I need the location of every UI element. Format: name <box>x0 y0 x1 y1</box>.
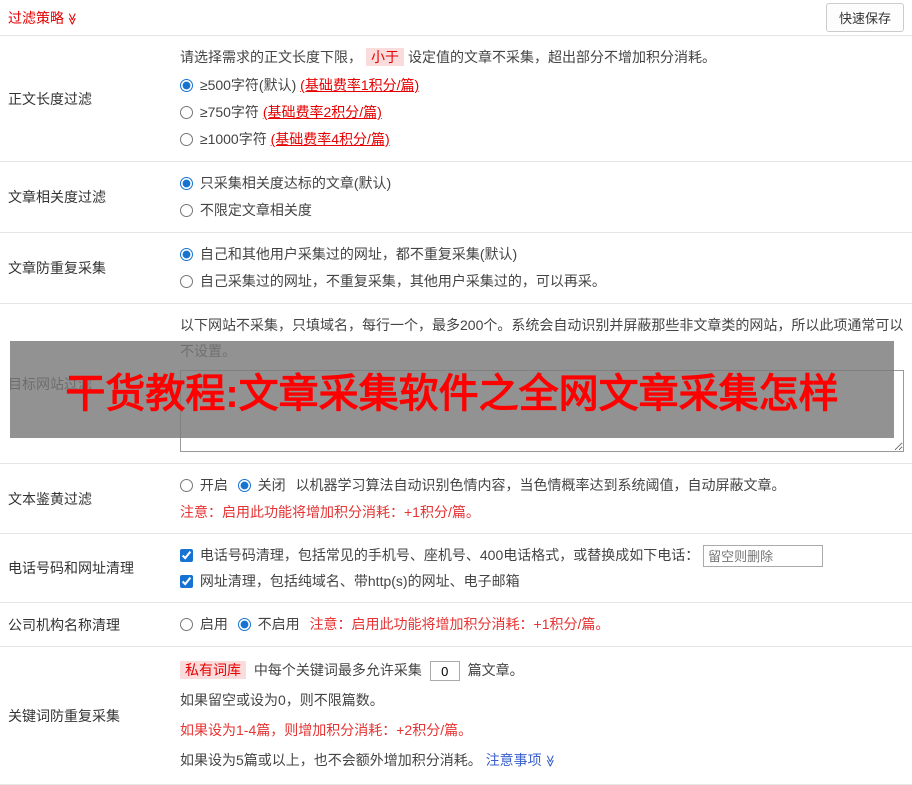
page-title[interactable]: 过滤策略≫ <box>8 8 79 28</box>
section-porn-filter: 文本鉴黄过滤 开启 关闭 以机器学习算法自动识别色情内容，当色情概率达到系统阈值… <box>0 464 912 534</box>
section-content: 只采集相关度达标的文章(默认) 不限定文章相关度 <box>178 162 912 232</box>
keyword-note-five-text: 如果设为5篇或以上，也不会额外增加积分消耗。 <box>180 752 482 768</box>
length-option-1000: ≥1000字符 (基础费率4积分/篇) <box>180 126 904 153</box>
section-company-clean: 公司机构名称清理 启用 不启用 注意：启用此功能将增加积分消耗：+1积分/篇。 <box>0 603 912 647</box>
section-keyword-dedup: 关键词防重复采集 私有词库 中每个关键词最多允许采集 篇文章。 如果留空或设为0… <box>0 647 912 785</box>
porn-option-on: 开启 <box>180 472 228 499</box>
keyword-note-zero: 如果留空或设为0，则不限篇数。 <box>180 692 384 708</box>
option-text: 只采集相关度达标的文章(默认) <box>199 175 392 191</box>
section-content: 启用 不启用 注意：启用此功能将增加积分消耗：+1积分/篇。 <box>178 603 912 646</box>
quick-save-button[interactable]: 快速保存 <box>825 3 904 32</box>
option-text: 开启 <box>199 477 228 493</box>
dedup-option-global: 自己和其他用户采集过的网址，都不重复采集(默认) <box>180 241 904 268</box>
company-clean-note: 注意：启用此功能将增加积分消耗：+1积分/篇。 <box>309 616 610 632</box>
page-title-text: 过滤策略 <box>8 9 64 26</box>
option-text: ≥1000字符 <box>199 131 267 147</box>
porn-filter-desc: 以机器学习算法自动识别色情内容，当色情概率达到系统阈值，自动屏蔽文章。 <box>295 477 786 493</box>
length-radio-750[interactable] <box>180 106 193 119</box>
keyword-limit-text: 中每个关键词最多允许采集 <box>253 662 422 678</box>
watermark-text: 干货教程:文章采集软件之全网文章采集怎样 <box>65 371 839 416</box>
dedup-option-self: 自己采集过的网址，不重复采集，其他用户采集过的，可以再采。 <box>180 268 904 295</box>
desc-highlight: 小于 <box>366 48 404 66</box>
desc-post: 设定值的文章不采集，超出部分不增加积分消耗。 <box>408 49 716 65</box>
section-relevance-filter: 文章相关度过滤 只采集相关度达标的文章(默认) 不限定文章相关度 <box>0 162 912 233</box>
length-filter-desc: 请选择需求的正文长度下限， 小于 设定值的文章不采集，超出部分不增加积分消耗。 <box>180 44 904 70</box>
section-label: 公司机构名称清理 <box>8 616 120 633</box>
relevance-radio-any[interactable] <box>180 204 193 217</box>
notice-link-text: 注意事项 <box>485 752 542 768</box>
company-option-on: 启用 <box>180 611 228 638</box>
section-label: 文本鉴黄过滤 <box>8 490 92 507</box>
company-radio-on[interactable] <box>180 618 193 631</box>
section-content: 电话号码清理，包括常见的手机号、座机号、400电话格式，或替换成如下电话： 网址… <box>178 534 912 602</box>
keyword-limit-row: 私有词库 中每个关键词最多允许采集 篇文章。 <box>180 655 904 685</box>
section-content: 请选择需求的正文长度下限， 小于 设定值的文章不采集，超出部分不增加积分消耗。 ≥5… <box>178 36 912 161</box>
keyword-note-cost: 如果设为1-4篇，则增加积分消耗：+2积分/篇。 <box>180 722 473 738</box>
length-radio-1000[interactable] <box>180 133 193 146</box>
length-option-750: ≥750字符 (基础费率2积分/篇) <box>180 99 904 126</box>
section-label: 文章防重复采集 <box>8 260 106 276</box>
length-option-500: ≥500字符(默认) (基础费率1积分/篇) <box>180 72 904 99</box>
phone-clean-row: 电话号码清理，包括常见的手机号、座机号、400电话格式，或替换成如下电话： <box>180 542 904 568</box>
section-content: 私有词库 中每个关键词最多允许采集 篇文章。 如果留空或设为0，则不限篇数。 如… <box>178 647 912 784</box>
option-text: 启用 <box>199 616 228 632</box>
url-clean-checkbox[interactable] <box>180 575 193 588</box>
option-text: 不启用 <box>257 616 300 632</box>
url-clean-row: 网址清理，包括纯域名、带http(s)的网址、电子邮箱 <box>180 568 904 594</box>
desc-pre: 请选择需求的正文长度下限， <box>180 49 362 65</box>
section-label: 关键词防重复采集 <box>8 707 120 724</box>
porn-option-off: 关闭 <box>237 472 286 499</box>
section-dedup-filter: 文章防重复采集 自己和其他用户采集过的网址，都不重复采集(默认) 自己采集过的网… <box>0 233 912 304</box>
option-text: 网址清理，包括纯域名、带http(s)的网址、电子邮箱 <box>199 573 520 589</box>
fee-note-link[interactable]: (基础费率1积分/篇) <box>300 77 419 93</box>
company-option-off: 不启用 <box>237 611 300 638</box>
relevance-radio-strict[interactable] <box>180 177 193 190</box>
toolbar: 过滤策略≫ 快速保存 <box>0 0 912 36</box>
section-label: 电话号码和网址清理 <box>8 560 134 576</box>
option-text: ≥500字符(默认) <box>199 77 297 93</box>
section-length-filter: 正文长度过滤 请选择需求的正文长度下限， 小于 设定值的文章不采集，超出部分不增加积… <box>0 36 912 162</box>
keyword-note-five: 如果设为5篇或以上，也不会额外增加积分消耗。 注意事项≫ <box>180 745 904 776</box>
section-phone-url-clean: 电话号码和网址清理 电话号码清理，包括常见的手机号、座机号、400电话格式，或替… <box>0 534 912 603</box>
relevance-option-any: 不限定文章相关度 <box>180 197 904 224</box>
option-text: ≥750字符 <box>199 104 259 120</box>
section-label: 正文长度过滤 <box>8 90 92 107</box>
option-text: 不限定文章相关度 <box>199 202 312 218</box>
dedup-radio-global[interactable] <box>180 248 193 261</box>
section-label: 文章相关度过滤 <box>8 189 106 205</box>
private-lexicon-tag: 私有词库 <box>180 661 246 679</box>
notice-link[interactable]: 注意事项≫ <box>486 752 557 768</box>
porn-radio-on[interactable] <box>180 479 193 492</box>
chevron-double-down-icon: ≫ <box>542 754 557 768</box>
url-clean-option: 网址清理，包括纯域名、带http(s)的网址、电子邮箱 <box>180 573 520 589</box>
fee-note-link[interactable]: (基础费率4积分/篇) <box>271 131 390 147</box>
porn-filter-options: 开启 关闭 以机器学习算法自动识别色情内容，当色情概率达到系统阈值，自动屏蔽文章… <box>180 472 904 499</box>
replacement-phone-input[interactable] <box>703 545 824 568</box>
keyword-limit-input[interactable] <box>429 661 460 682</box>
company-clean-options: 启用 不启用 注意：启用此功能将增加积分消耗：+1积分/篇。 <box>180 611 904 638</box>
section-content: 自己和其他用户采集过的网址，都不重复采集(默认) 自己采集过的网址，不重复采集，… <box>178 233 912 303</box>
company-radio-off[interactable] <box>237 618 251 631</box>
option-text: 关闭 <box>257 477 286 493</box>
porn-filter-note: 注意：启用此功能将增加积分消耗：+1积分/篇。 <box>180 504 480 520</box>
watermark-banner: 干货教程:文章采集软件之全网文章采集怎样 <box>10 341 894 438</box>
length-radio-500[interactable] <box>180 79 193 92</box>
phone-clean-option: 电话号码清理，包括常见的手机号、座机号、400电话格式，或替换成如下电话： <box>180 547 703 563</box>
option-text: 自己和其他用户采集过的网址，都不重复采集(默认) <box>199 246 518 262</box>
phone-clean-checkbox[interactable] <box>180 549 193 562</box>
option-text: 电话号码清理，包括常见的手机号、座机号、400电话格式，或替换成如下电话： <box>199 547 700 563</box>
chevron-double-down-icon: ≫ <box>65 12 80 25</box>
section-content: 开启 关闭 以机器学习算法自动识别色情内容，当色情概率达到系统阈值，自动屏蔽文章… <box>178 464 912 533</box>
option-text: 自己采集过的网址，不重复采集，其他用户采集过的，可以再采。 <box>199 273 606 289</box>
dedup-radio-self[interactable] <box>180 275 193 288</box>
porn-radio-off[interactable] <box>237 479 251 492</box>
relevance-option-strict: 只采集相关度达标的文章(默认) <box>180 170 904 197</box>
keyword-limit-suffix: 篇文章。 <box>467 662 524 678</box>
fee-note-link[interactable]: (基础费率2积分/篇) <box>263 104 382 120</box>
